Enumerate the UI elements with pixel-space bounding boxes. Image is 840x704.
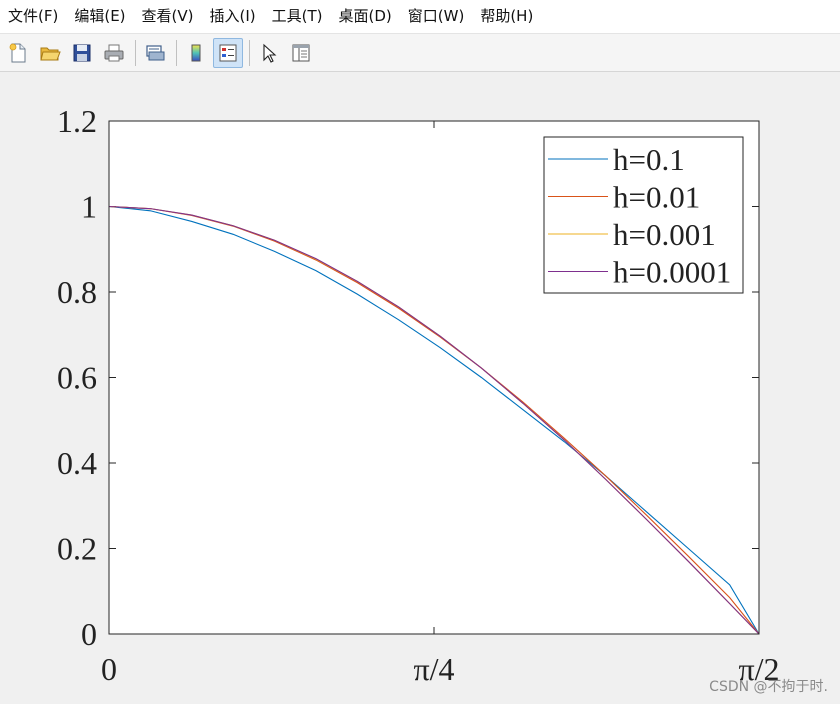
- toolbar-separator: [176, 39, 177, 66]
- menu-view[interactable]: 查看(V): [134, 0, 202, 33]
- open-file-button[interactable]: [35, 38, 65, 68]
- property-editor-button[interactable]: [286, 38, 316, 68]
- legend-label: h=0.001: [613, 217, 716, 252]
- menu-window[interactable]: 窗口(W): [400, 0, 473, 33]
- property-editor-icon: [292, 44, 310, 61]
- print-preview-button[interactable]: [140, 38, 170, 68]
- open-folder-icon: [40, 47, 61, 60]
- menu-bar: 文件(F) 编辑(E) 查看(V) 插入(I) 工具(T) 桌面(D) 窗口(W…: [0, 0, 840, 34]
- figure-area: 0 0.2 0.4 0.6 0.8 1 1.2 0 π/4 π/2 h=0.1 h=0.01 h=0.0…: [0, 73, 840, 704]
- pointer-icon: [263, 43, 277, 63]
- print-preview-icon: [146, 44, 165, 60]
- print-icon: [104, 44, 124, 61]
- line-chart: 00.20.40.60.811.20 π/4 π/2h=0.1h=0.01h=0.0…: [57, 103, 780, 687]
- print-button[interactable]: [99, 38, 129, 68]
- insert-colorbar-button[interactable]: [181, 38, 211, 68]
- y-tick-label: 1: [81, 189, 97, 225]
- y-tick-label: 0.8: [57, 274, 97, 310]
- menu-file[interactable]: 文件(F): [0, 0, 66, 33]
- edit-plot-button[interactable]: [254, 38, 284, 68]
- save-button[interactable]: [67, 38, 97, 68]
- menu-desktop[interactable]: 桌面(D): [331, 0, 400, 33]
- watermark: CSDN @不拘于时.: [709, 679, 828, 695]
- new-figure-button[interactable]: [3, 38, 33, 68]
- legend-label: h=0.1: [613, 142, 685, 177]
- legend-label: h=0.01: [613, 180, 700, 215]
- y-tick-label: 0.6: [57, 360, 97, 396]
- toolbar-separator: [249, 39, 250, 66]
- x-tick-label: π/4: [413, 651, 454, 687]
- menu-tools[interactable]: 工具(T): [264, 0, 331, 33]
- menu-edit[interactable]: 编辑(E): [66, 0, 133, 33]
- y-tick-label: 0.4: [57, 445, 97, 481]
- y-tick-label: 1.2: [57, 103, 97, 139]
- y-tick-label: 0.2: [57, 531, 97, 567]
- legend-icon: [219, 44, 237, 61]
- new-file-icon: [9, 43, 26, 62]
- menu-help[interactable]: 帮助(H): [472, 0, 541, 33]
- save-icon: [73, 44, 91, 61]
- y-tick-label: 0: [81, 616, 97, 652]
- insert-legend-button[interactable]: [213, 37, 243, 68]
- legend-label: h=0.0001: [613, 255, 731, 290]
- toolbar: [0, 34, 840, 72]
- x-tick-label: 0: [101, 651, 117, 687]
- colorbar-icon: [191, 44, 201, 61]
- menu-insert[interactable]: 插入(I): [202, 0, 264, 33]
- toolbar-separator: [135, 39, 136, 66]
